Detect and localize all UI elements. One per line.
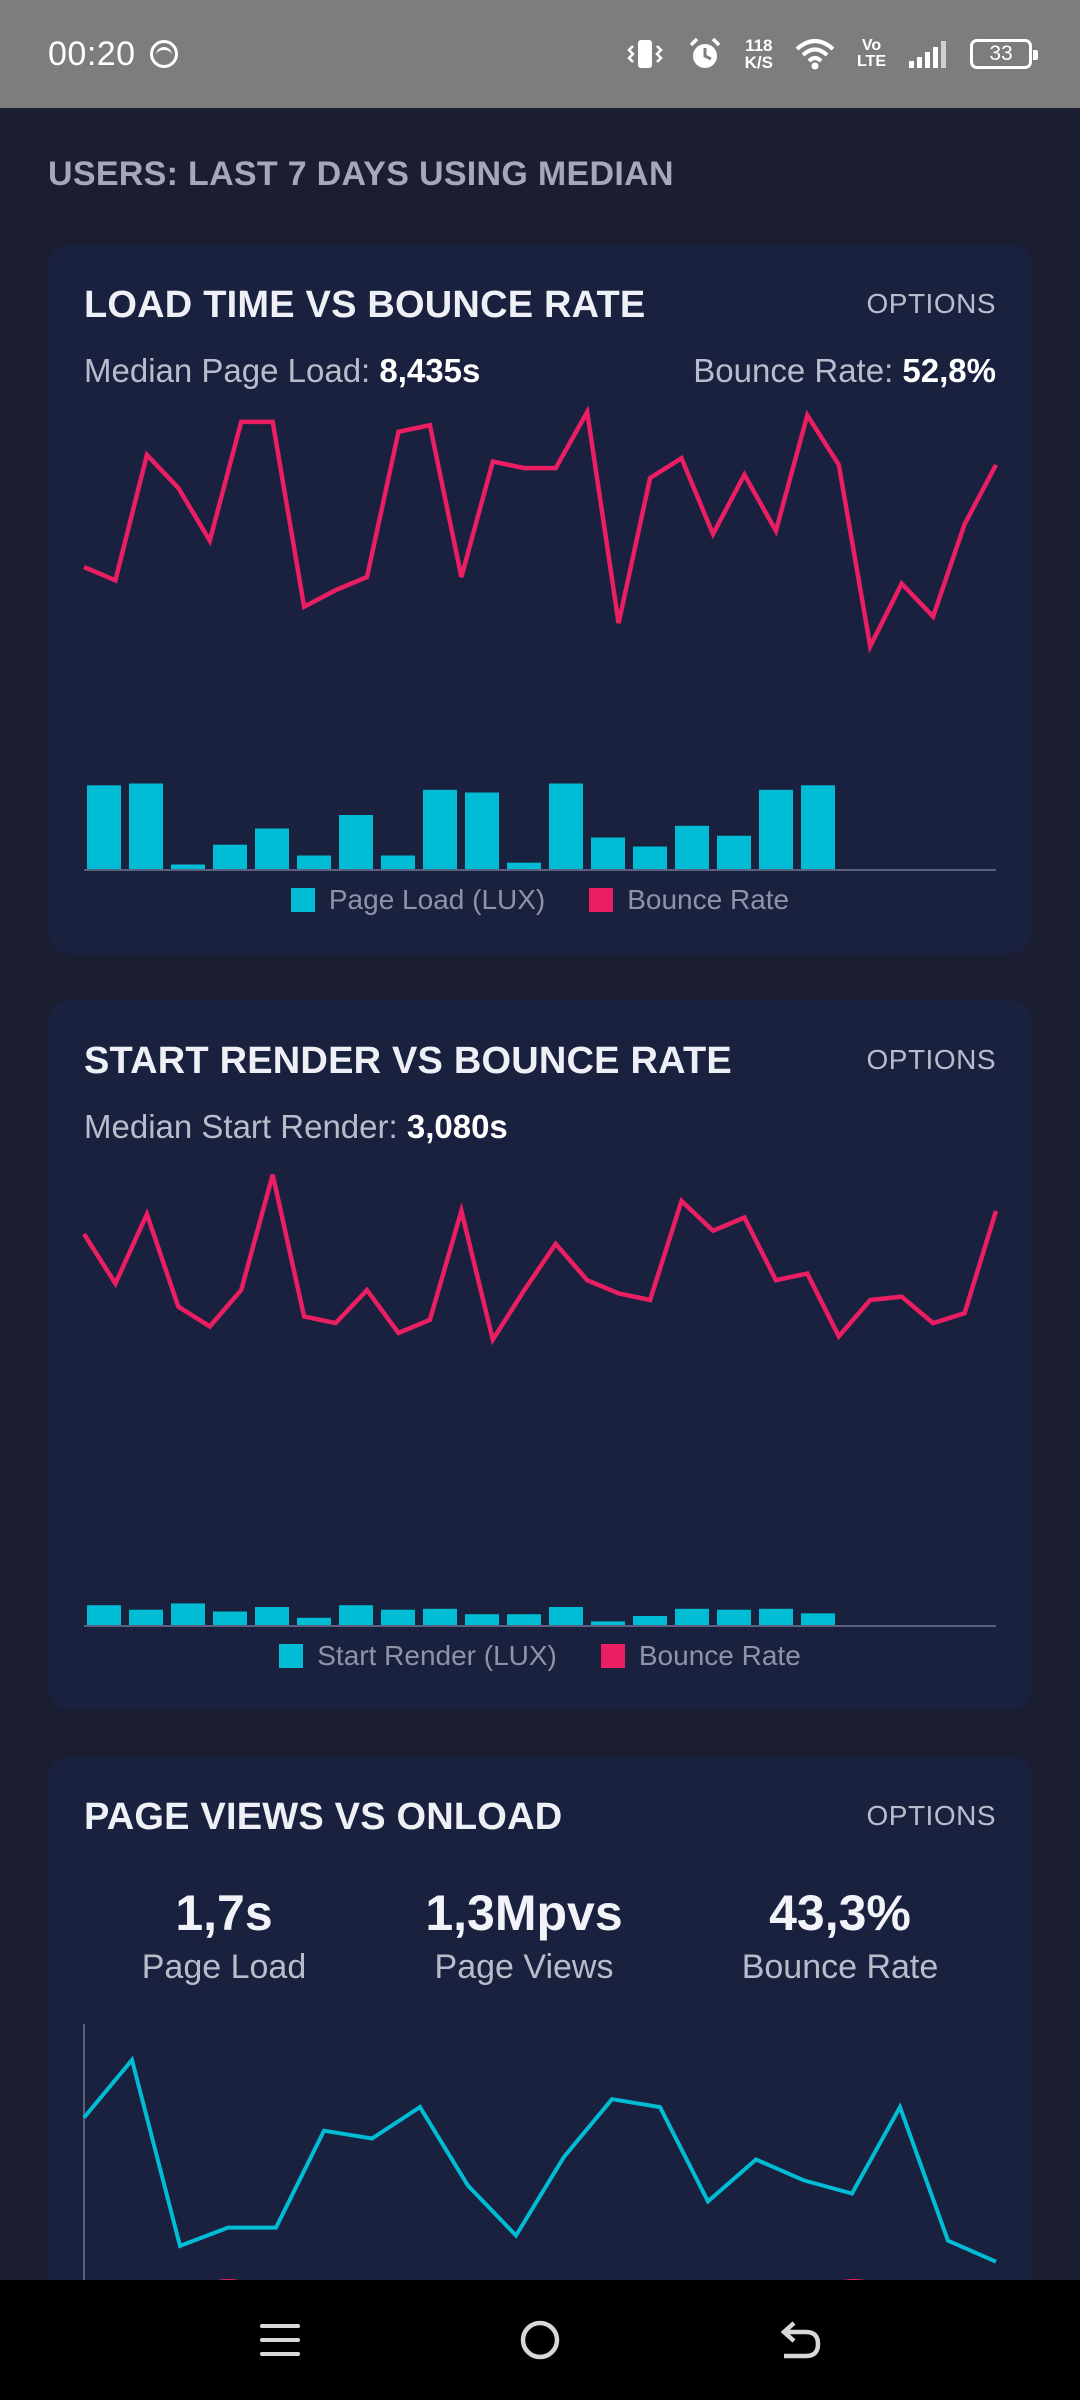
back-icon bbox=[780, 2321, 821, 2359]
bar bbox=[717, 1609, 751, 1625]
bar bbox=[255, 1607, 289, 1625]
battery-level: 33 bbox=[989, 42, 1013, 65]
bar bbox=[297, 1617, 331, 1625]
bounce-rate-line bbox=[82, 1174, 999, 1346]
volte-top: Vo bbox=[861, 37, 882, 54]
home-button[interactable] bbox=[510, 2310, 570, 2370]
bar bbox=[339, 1605, 373, 1625]
bar bbox=[87, 1605, 121, 1625]
legend-item-bounce-rate[interactable]: Bounce Rate bbox=[589, 884, 789, 916]
bar bbox=[381, 855, 415, 869]
bar bbox=[255, 828, 289, 869]
bar bbox=[759, 789, 793, 869]
bar bbox=[213, 844, 247, 869]
bar bbox=[465, 1614, 499, 1625]
bar bbox=[591, 837, 625, 869]
navigation-bar bbox=[0, 2280, 1080, 2400]
bar bbox=[129, 783, 163, 869]
net-speed-unit: K/S bbox=[744, 53, 773, 72]
volte-bottom: LTE bbox=[856, 53, 886, 70]
home-icon bbox=[520, 2320, 560, 2360]
card-start-render: START RENDER VS BOUNCE RATE OPTIONS Medi… bbox=[48, 1000, 1032, 1710]
signal-icon bbox=[909, 41, 946, 68]
card-page-views: PAGE VIEWS VS ONLOAD OPTIONS 1,7s Page L… bbox=[48, 1756, 1032, 2316]
legend-label: Bounce Rate bbox=[627, 884, 790, 915]
bar bbox=[675, 1608, 709, 1625]
status-time: 00:20 bbox=[48, 34, 136, 73]
legend-item-page-load[interactable]: Page Load (LUX) bbox=[290, 884, 546, 916]
bar bbox=[633, 1616, 667, 1625]
legend-item-bounce-rate[interactable]: Bounce Rate bbox=[600, 1640, 801, 1672]
page-views-chart bbox=[82, 2024, 997, 2316]
bar bbox=[423, 1608, 457, 1625]
bar bbox=[717, 835, 751, 869]
menu-button[interactable] bbox=[250, 2310, 310, 2370]
start-render-chart bbox=[82, 1174, 999, 1627]
legend-swatch bbox=[589, 888, 614, 912]
bar bbox=[549, 1607, 583, 1625]
load-time-chart bbox=[83, 405, 998, 871]
bar bbox=[507, 862, 541, 869]
status-bar: 00:20 118 K/S Vo LTE 33 bbox=[0, 0, 1080, 108]
legend: Start Render (LUX) Bounce Rate bbox=[48, 1640, 1032, 1672]
alarm-icon bbox=[689, 37, 720, 68]
page-heading: USERS: LAST 7 DAYS USING MEDIAN bbox=[48, 155, 674, 193]
legend-label: Start Render (LUX) bbox=[317, 1640, 557, 1671]
face-icon bbox=[149, 40, 178, 68]
bar bbox=[633, 846, 667, 869]
card-load-time: LOAD TIME VS BOUNCE RATE OPTIONS Median … bbox=[48, 244, 1032, 954]
legend-swatch bbox=[290, 888, 315, 912]
bar bbox=[381, 1609, 415, 1625]
bar bbox=[591, 1621, 625, 1625]
bar bbox=[297, 855, 331, 869]
legend-swatch bbox=[600, 1644, 625, 1668]
bar bbox=[507, 1614, 541, 1625]
legend-item-start-render[interactable]: Start Render (LUX) bbox=[279, 1640, 557, 1672]
legend-label: Page Load (LUX) bbox=[328, 884, 546, 915]
legend: Page Load (LUX) Bounce Rate bbox=[48, 884, 1032, 916]
status-icons: 118 K/S Vo LTE 33 bbox=[625, 36, 1038, 72]
bar bbox=[801, 785, 835, 869]
volte-indicator: Vo LTE bbox=[857, 38, 886, 70]
legend-swatch bbox=[279, 1644, 304, 1668]
bar bbox=[171, 864, 205, 869]
bar bbox=[129, 1609, 163, 1625]
page-views-line bbox=[82, 2055, 997, 2264]
net-speed: 118 K/S bbox=[745, 37, 773, 71]
bounce-rate-line bbox=[83, 405, 998, 654]
legend-label: Bounce Rate bbox=[638, 1640, 801, 1671]
bar bbox=[801, 1613, 835, 1625]
bar bbox=[423, 789, 457, 869]
bar bbox=[87, 785, 121, 869]
bar bbox=[213, 1611, 247, 1625]
net-speed-value: 118 bbox=[745, 36, 773, 55]
bar bbox=[339, 815, 373, 869]
bar bbox=[759, 1608, 793, 1625]
wifi-icon bbox=[795, 39, 835, 70]
bar bbox=[675, 825, 709, 869]
bar bbox=[549, 783, 583, 869]
bar bbox=[171, 1603, 205, 1625]
menu-icon bbox=[260, 2324, 300, 2356]
bar bbox=[465, 792, 499, 869]
battery-icon: 33 bbox=[970, 39, 1038, 69]
vibrate-icon bbox=[626, 40, 663, 68]
back-button[interactable] bbox=[770, 2310, 830, 2370]
